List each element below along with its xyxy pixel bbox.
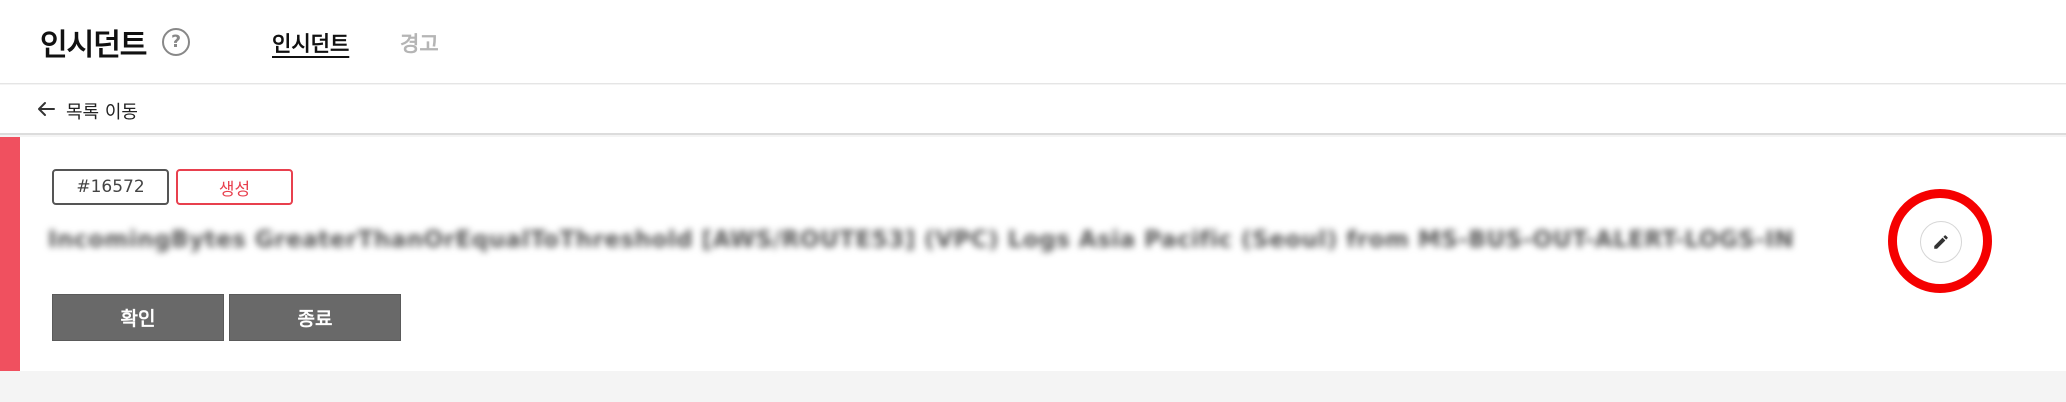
status-badge: 생성 — [176, 169, 293, 205]
incident-title: IncomingBytes GreaterThanOrEqualToThresh… — [48, 227, 1795, 253]
close-incident-button[interactable]: 종료 — [229, 294, 401, 341]
back-to-list-link[interactable]: 목록 이동 — [66, 98, 138, 124]
back-nav-bar: 목록 이동 — [0, 85, 2066, 135]
highlight-ring — [1888, 189, 1992, 293]
incident-card: #16572 생성 IncomingBytes GreaterThanOrEqu… — [0, 137, 2066, 371]
confirm-button[interactable]: 확인 — [52, 294, 224, 341]
page-title: 인시던트 — [40, 28, 147, 63]
tab-alerts[interactable]: 경고 — [400, 28, 439, 58]
help-icon[interactable]: ? — [162, 28, 190, 56]
tab-incidents[interactable]: 인시던트 — [272, 28, 349, 58]
severity-accent-bar — [0, 137, 20, 371]
incident-id-badge: #16572 — [52, 169, 169, 205]
arrow-left-icon[interactable] — [36, 99, 56, 119]
page-header: 인시던트 ? 인시던트 경고 — [0, 0, 2066, 84]
